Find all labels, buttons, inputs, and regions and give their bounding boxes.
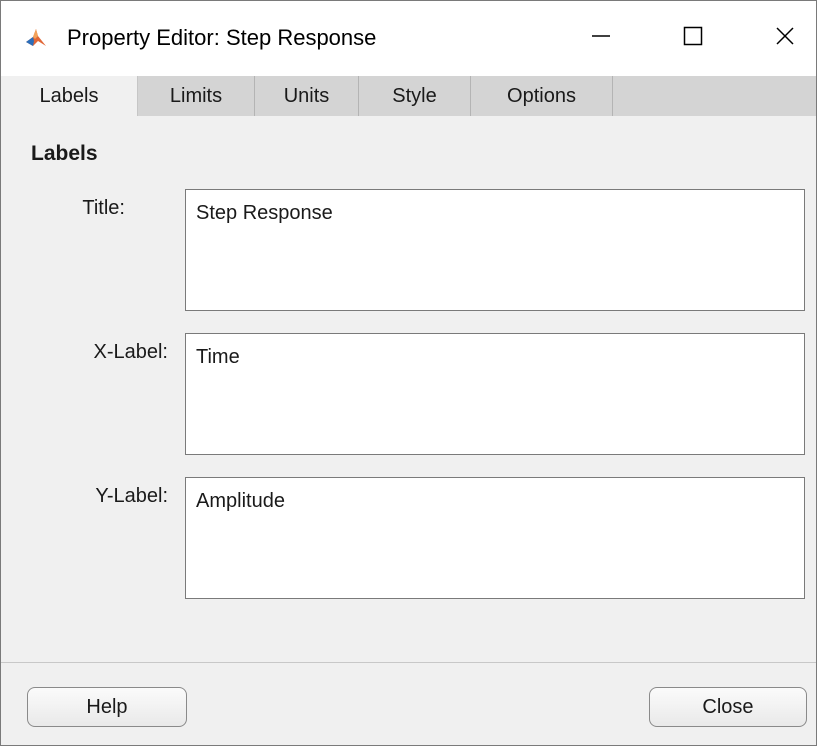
property-editor-window: Property Editor: Step Response Labels Li…: [0, 0, 817, 746]
minimize-button[interactable]: [555, 1, 647, 76]
title-field-label: Title:: [82, 197, 125, 219]
title-input[interactable]: Step Response: [185, 189, 805, 311]
tab-bar: Labels Limits Units Style Options: [1, 76, 816, 116]
section-title: Labels: [31, 142, 98, 165]
close-button[interactable]: Close: [649, 687, 807, 727]
help-button[interactable]: Help: [27, 687, 187, 727]
xlabel-field-label: X-Label:: [93, 341, 169, 363]
maximize-button[interactable]: [647, 1, 739, 76]
tab-options[interactable]: Options: [471, 76, 613, 116]
minimize-icon: [590, 25, 612, 52]
title-bar[interactable]: Property Editor: Step Response: [1, 1, 816, 76]
ylabel-field-label: Y-Label:: [95, 485, 168, 507]
footer-divider: [1, 662, 816, 663]
matlab-logo-icon: [25, 27, 47, 49]
window-title: Property Editor: Step Response: [67, 25, 377, 50]
xlabel-input[interactable]: Time: [185, 333, 805, 455]
close-icon: [774, 25, 796, 52]
ylabel-input[interactable]: Amplitude: [185, 477, 805, 599]
maximize-icon: [682, 25, 704, 52]
tab-style[interactable]: Style: [359, 76, 471, 116]
tab-limits[interactable]: Limits: [138, 76, 255, 116]
close-window-button[interactable]: [739, 1, 816, 76]
tab-units[interactable]: Units: [255, 76, 359, 116]
tab-labels[interactable]: Labels: [1, 76, 138, 116]
